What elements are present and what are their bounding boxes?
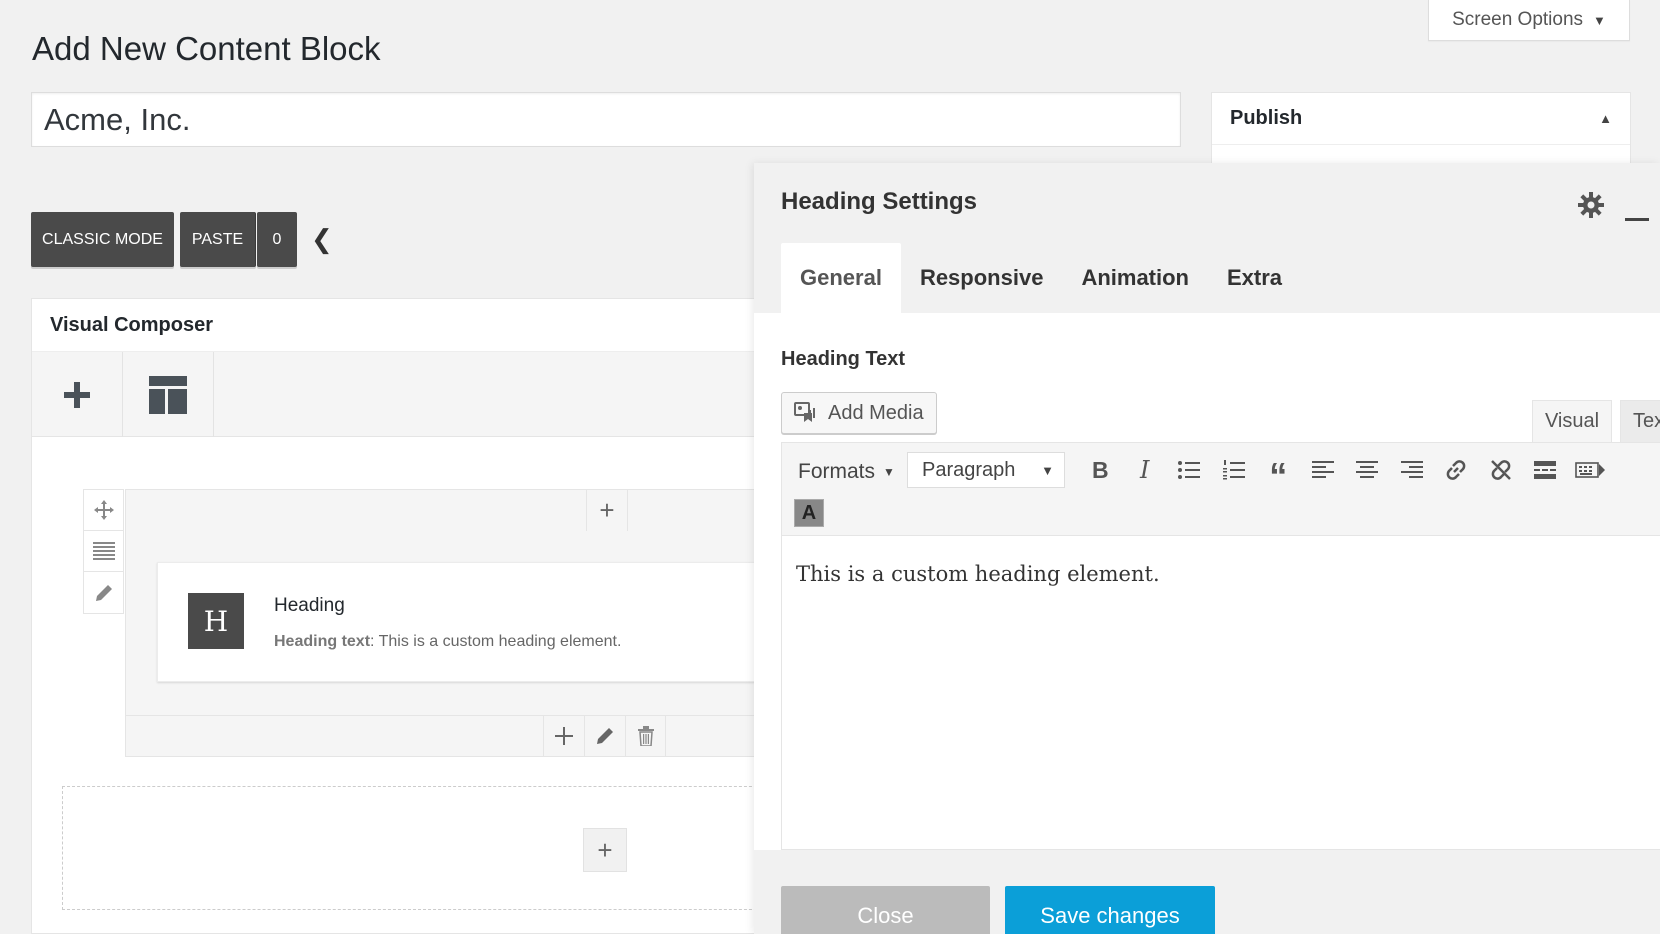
editor-tab-visual[interactable]: Visual (1532, 400, 1612, 442)
heading-text-label: Heading Text (781, 348, 906, 370)
layout-template-icon (149, 375, 187, 414)
wysiwyg-editor: Formats ▼ Paragraph ▼ B I “ A This is a … (781, 442, 1660, 850)
editor-tab-text[interactable]: Tex (1620, 400, 1660, 442)
bold-icon[interactable]: B (1078, 451, 1123, 489)
chevron-left-icon[interactable]: ❮ (311, 224, 333, 255)
add-media-button[interactable]: Add Media (781, 392, 937, 434)
post-title-value: Acme, Inc. (44, 101, 191, 137)
format-buttons: B I “ (1078, 451, 1613, 494)
add-row-button[interactable]: + (583, 828, 627, 872)
link-icon[interactable] (1434, 451, 1479, 489)
row-layout-button[interactable] (84, 531, 123, 572)
close-button[interactable]: Close (781, 886, 990, 934)
post-title-input[interactable]: Acme, Inc. (31, 92, 1181, 147)
screen-options-button[interactable]: Screen Options ▼ (1428, 0, 1630, 41)
paragraph-select[interactable]: Paragraph ▼ (907, 452, 1065, 488)
add-media-label: Add Media (828, 401, 924, 424)
align-right-icon[interactable] (1390, 451, 1435, 489)
element-desc-value: : This is a custom heading element. (370, 633, 622, 650)
add-element-button[interactable] (32, 352, 123, 437)
collapse-arrow-icon[interactable]: ▲ (1599, 111, 1612, 126)
page-title: Add New Content Block (32, 30, 381, 67)
element-desc-label: Heading text (274, 633, 371, 650)
text-color-button[interactable]: A (794, 499, 824, 527)
visual-composer-title: Visual Composer (32, 299, 756, 352)
formats-dropdown[interactable]: Formats ▼ (798, 455, 895, 489)
align-center-icon[interactable] (1345, 451, 1390, 489)
settings-tabs: General Responsive Animation Extra (781, 243, 1301, 313)
numbered-list-icon[interactable] (1212, 451, 1257, 489)
composer-row: + H Heading Heading text: This is a cust… (125, 489, 777, 757)
row-edit-button[interactable] (84, 572, 123, 613)
column-controls (126, 715, 764, 756)
heading-element-icon: H (188, 593, 244, 649)
italic-icon[interactable]: I (1123, 451, 1168, 489)
tab-responsive[interactable]: Responsive (901, 243, 1063, 313)
unlink-icon[interactable] (1479, 451, 1524, 489)
add-to-column-button[interactable] (543, 716, 584, 756)
list-lines-icon (92, 542, 115, 560)
paragraph-value: Paragraph (922, 458, 1016, 481)
tab-general[interactable]: General (781, 243, 901, 313)
trash-icon (637, 726, 654, 746)
media-icon (794, 402, 815, 422)
element-description: Heading text: This is a custom heading e… (274, 633, 621, 651)
plus-icon: + (597, 834, 613, 865)
publish-header[interactable]: Publish ▲ (1212, 93, 1630, 145)
pencil-icon (597, 728, 613, 744)
publish-box: Publish ▲ (1211, 92, 1631, 172)
heading-element-card[interactable]: H Heading Heading text: This is a custom… (157, 562, 777, 682)
align-left-icon[interactable] (1301, 451, 1346, 489)
gear-icon[interactable] (1577, 191, 1605, 224)
editor-toolbar: Formats ▼ Paragraph ▼ B I “ A (782, 443, 1660, 536)
visual-composer-panel: Visual Composer + H Heading Heading text… (31, 298, 777, 934)
modal-footer: Close Save changes (754, 850, 1660, 934)
empty-row-dropzone: + (62, 786, 772, 910)
settings-body: Heading Text Add Media Visual Tex Format… (754, 313, 1660, 850)
composer-toolbar (32, 352, 756, 437)
add-column-button[interactable]: + (586, 490, 628, 531)
element-title: Heading (274, 595, 345, 616)
paste-button[interactable]: PASTE (180, 212, 256, 267)
caret-down-icon: ▼ (1593, 12, 1606, 28)
editor-paragraph: This is a custom heading element. (796, 562, 1160, 586)
paste-count-badge[interactable]: 0 (257, 212, 297, 267)
move-arrows-icon (93, 500, 114, 520)
delete-column-button[interactable] (625, 716, 666, 756)
read-more-icon[interactable] (1523, 451, 1568, 489)
formats-label: Formats (798, 460, 876, 483)
save-changes-button[interactable]: Save changes (1005, 886, 1215, 934)
pencil-icon (95, 584, 112, 601)
templates-button[interactable] (123, 352, 214, 437)
publish-title: Publish (1230, 107, 1303, 129)
heading-settings-panel: Heading Settings General Responsive Anim… (754, 163, 1660, 934)
edit-column-button[interactable] (584, 716, 625, 756)
plus-icon (64, 381, 90, 408)
row-controls (83, 489, 124, 614)
blockquote-icon[interactable]: “ (1256, 451, 1301, 494)
tab-extra[interactable]: Extra (1208, 243, 1301, 313)
classic-mode-button[interactable]: CLASSIC MODE (31, 212, 174, 267)
modal-title: Heading Settings (781, 188, 978, 215)
editor-content-area[interactable]: This is a custom heading element. (782, 536, 1660, 612)
caret-down-icon: ▼ (1041, 462, 1054, 478)
plus-icon (555, 727, 573, 745)
caret-down-icon: ▼ (883, 465, 895, 479)
screen-options-label: Screen Options (1452, 9, 1584, 30)
composer-mode-bar: CLASSIC MODE PASTE 0 ❮ (31, 212, 333, 267)
row-move-handle[interactable] (84, 490, 123, 531)
toolbar-toggle-icon[interactable] (1568, 451, 1613, 489)
plus-icon: + (599, 495, 615, 525)
minimize-icon[interactable] (1625, 218, 1649, 221)
tab-animation[interactable]: Animation (1062, 243, 1208, 313)
bullet-list-icon[interactable] (1167, 451, 1212, 489)
